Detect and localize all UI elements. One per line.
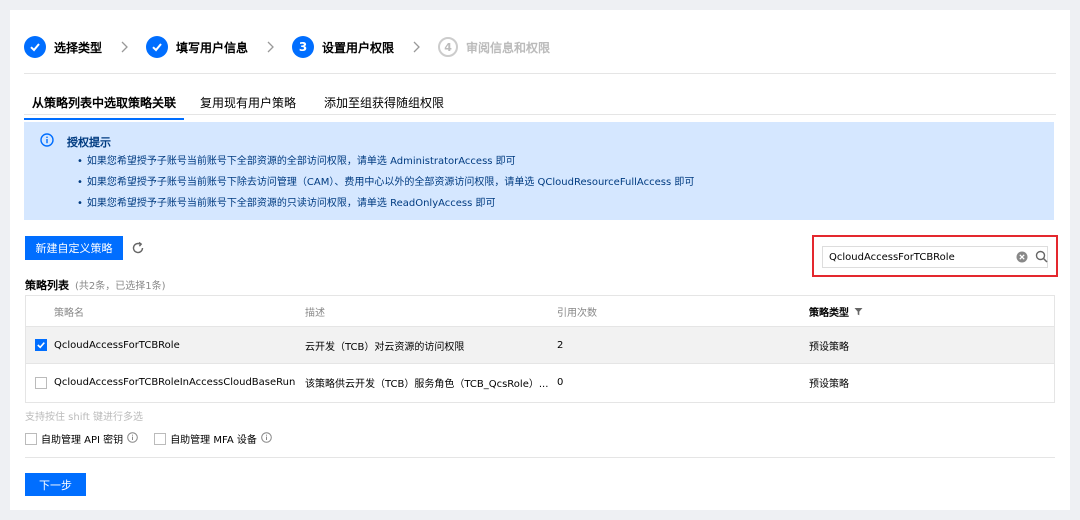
- column-header-name: 策略名: [54, 307, 84, 319]
- row-checkbox[interactable]: [35, 376, 47, 389]
- tab-select-from-list[interactable]: 从策略列表中选取策略关联: [24, 94, 185, 120]
- check-icon: [146, 36, 169, 58]
- alert-item: 如果您希望授予子账号当前账号下除去访问管理（CAM）、费用中心以外的全部资源访问…: [77, 176, 694, 197]
- refresh-icon[interactable]: [131, 241, 145, 258]
- chevron-right-icon: [248, 41, 292, 53]
- column-header-refs: 引用次数: [557, 307, 597, 319]
- check-icon: [24, 36, 46, 58]
- alert-item: 如果您希望授予子账号当前账号下全部资源的只读访问权限，请单选 ReadOnlyA…: [77, 197, 694, 218]
- policy-table: 策略名 描述 引用次数 策略类型 QcloudAccessForTCBRole …: [25, 295, 1055, 403]
- policy-tabs: 从策略列表中选取策略关联 复用现有用户策略 添加至组获得随组权限: [24, 94, 472, 120]
- question-icon[interactable]: [261, 431, 272, 446]
- search-input[interactable]: [829, 249, 1009, 265]
- table-row[interactable]: QcloudAccessForTCBRoleInAccessCloudBaseR…: [26, 364, 1054, 401]
- policy-list-count: (共2条，已选择1条): [75, 281, 166, 292]
- step-label: 设置用户权限: [322, 40, 395, 55]
- option-checkbox[interactable]: [154, 432, 167, 445]
- policy-name: QcloudAccessForTCBRoleInAccessCloudBaseR…: [54, 377, 296, 388]
- option-api-key[interactable]: 自助管理 API 密钥: [25, 431, 138, 446]
- steps-indicator: 选择类型 填写用户信息 3 设置用户权限 4 审阅信息和权限: [24, 34, 550, 60]
- step-number: 3: [292, 36, 315, 58]
- policy-refs: 2: [557, 339, 564, 351]
- option-checkbox[interactable]: [25, 432, 37, 445]
- chevron-right-icon: [394, 41, 438, 53]
- step-label: 选择类型: [54, 40, 103, 55]
- new-custom-policy-button[interactable]: 新建自定义策略: [25, 236, 123, 260]
- self-management-options: 自助管理 API 密钥 自助管理 MFA 设备: [25, 431, 288, 446]
- alert-title: 授权提示: [67, 136, 111, 149]
- option-mfa-device[interactable]: 自助管理 MFA 设备: [154, 431, 272, 446]
- policy-type: 预设策略: [809, 379, 849, 390]
- filter-icon[interactable]: [854, 307, 863, 316]
- search-field: [822, 246, 1048, 268]
- option-label: 自助管理 API 密钥: [41, 435, 124, 446]
- policy-refs: 0: [557, 377, 564, 388]
- step-set-permissions: 3 设置用户权限: [292, 34, 394, 60]
- tab-reuse-user-policy[interactable]: 复用现有用户策略: [200, 94, 296, 120]
- policy-list-heading: 策略列表 (共2条，已选择1条): [25, 277, 166, 293]
- search-icon[interactable]: [1035, 250, 1048, 266]
- search-highlight-box: [812, 235, 1058, 277]
- policy-type: 预设策略: [809, 341, 849, 353]
- column-header-description: 描述: [305, 307, 325, 319]
- option-label: 自助管理 MFA 设备: [170, 435, 257, 446]
- step-review: 4 审阅信息和权限: [438, 34, 550, 60]
- next-step-button[interactable]: 下一步: [25, 473, 86, 496]
- row-checkbox[interactable]: [35, 339, 47, 351]
- policy-description: 该策略供云开发（TCB）服务角色（TCB_QcsRole）...: [305, 379, 549, 390]
- step-fill-user-info: 填写用户信息: [146, 34, 248, 60]
- column-header-type[interactable]: 策略类型: [809, 296, 863, 326]
- user-permission-card: 选择类型 填写用户信息 3 设置用户权限 4 审阅信息和权限 从策略列表中选取策…: [10, 10, 1070, 510]
- table-header: 策略名 描述 引用次数 策略类型: [26, 296, 1054, 327]
- chevron-right-icon: [102, 41, 146, 53]
- question-icon[interactable]: [127, 431, 138, 446]
- tab-add-to-group[interactable]: 添加至组获得随组权限: [324, 94, 444, 120]
- step-label: 填写用户信息: [176, 40, 249, 55]
- divider: [24, 73, 1056, 74]
- alert-list: 如果您希望授予子账号当前账号下全部资源的全部访问权限，请单选 Administr…: [77, 155, 694, 218]
- clear-icon[interactable]: [1016, 251, 1028, 266]
- column-header-type-label: 策略类型: [809, 307, 849, 319]
- policy-description: 云开发（TCB）对云资源的访问权限: [305, 341, 465, 353]
- divider: [24, 114, 1056, 115]
- step-label: 审阅信息和权限: [466, 40, 551, 55]
- policy-name: QcloudAccessForTCBRole: [54, 339, 180, 351]
- step-number: 4: [438, 37, 459, 57]
- alert-item: 如果您希望授予子账号当前账号下全部资源的全部访问权限，请单选 Administr…: [77, 155, 694, 176]
- step-select-type: 选择类型: [24, 34, 102, 60]
- multi-select-hint: 支持按住 shift 键进行多选: [25, 412, 143, 423]
- table-row[interactable]: QcloudAccessForTCBRole 云开发（TCB）对云资源的访问权限…: [26, 327, 1054, 364]
- policy-list-label: 策略列表: [25, 279, 69, 292]
- divider: [25, 457, 1055, 458]
- info-icon: [40, 133, 54, 150]
- authorization-tip: 授权提示 如果您希望授予子账号当前账号下全部资源的全部访问权限，请单选 Admi…: [24, 122, 1054, 220]
